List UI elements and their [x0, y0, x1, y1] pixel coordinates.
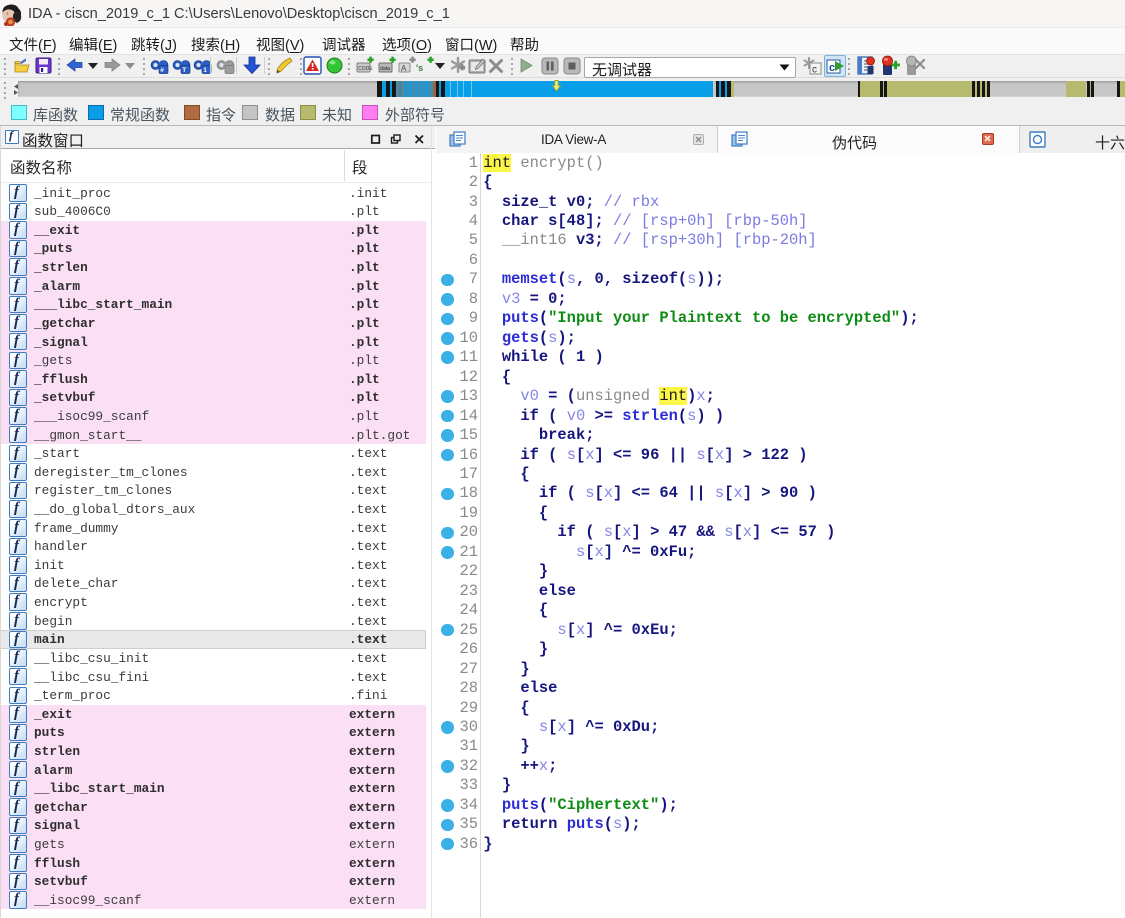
svg-text:c: c — [812, 65, 817, 76]
svg-text:A: A — [401, 64, 407, 73]
svg-text:T: T — [182, 67, 186, 74]
svg-text:#: # — [160, 67, 164, 74]
svg-text:'s: 's — [416, 63, 423, 73]
svg-text:c: c — [829, 62, 835, 74]
svg-text:data: data — [380, 66, 390, 72]
svg-text:CODE: CODE — [358, 66, 373, 72]
svg-text:1: 1 — [203, 67, 207, 74]
